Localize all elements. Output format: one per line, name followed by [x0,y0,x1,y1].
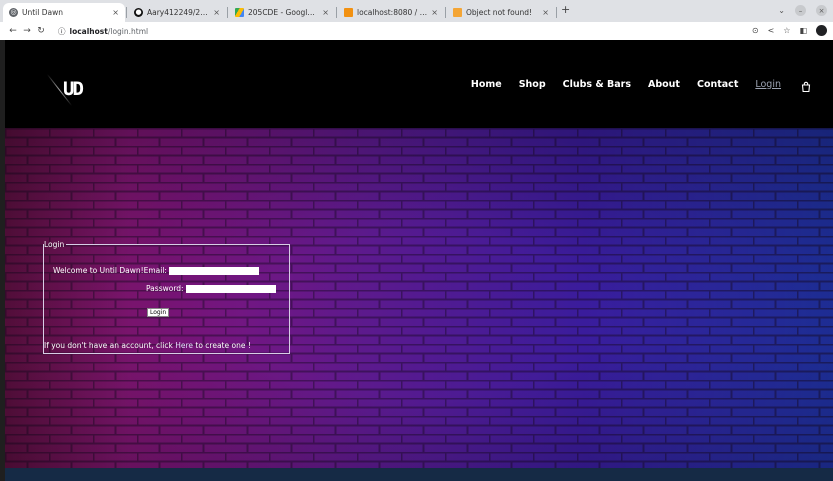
nav-login[interactable]: Login [755,79,781,90]
google-drive-icon [235,8,244,17]
xampp-icon [453,8,462,17]
bookmark-star-icon[interactable]: ☆ [783,26,790,35]
tab-search-icon[interactable]: ⌄ [778,6,785,15]
close-icon[interactable]: × [112,8,119,17]
tab-object-not-found[interactable]: Object not found! × [447,3,555,22]
login-legend: Login [44,240,65,249]
tab-phpmyadmin[interactable]: localhost:8080 / localhost × [338,3,444,22]
login-fieldset: Login Welcome to Until Dawn! Email: Pass… [43,240,290,354]
email-row: Welcome to Until Dawn! Email: [53,266,259,275]
close-icon[interactable]: × [431,8,438,17]
tab-separator [336,7,337,18]
signup-here-link[interactable]: Here [175,341,193,350]
google-lens-icon[interactable]: ⊙ [752,26,759,35]
page-viewport: UD Home Shop Clubs & Bars About Contact … [5,40,833,481]
back-icon[interactable]: ← [6,26,20,36]
main-nav: Home Shop Clubs & Bars About Contact Log… [471,78,833,93]
site-logo[interactable]: UD [63,78,84,100]
toolbar-icons: ⊙ < ☆ ◧ [752,25,827,36]
tab-strip: ◎ Until Dawn × ● Aary412249/205CDE × 205… [0,0,833,22]
tab-separator [556,7,557,18]
tab-google-drive[interactable]: 205CDE - Google Drive × [229,3,335,22]
address-bar[interactable]: ⓘ localhost/login.html [58,24,748,38]
share-icon[interactable]: < [768,26,775,35]
window-controls: ⌄ – × [778,5,827,16]
tab-separator [227,7,228,18]
close-window-icon[interactable]: × [816,5,827,16]
password-row: Password: [146,284,276,293]
tab-separator [126,7,127,18]
signup-prompt: If you don't have an account, click Here… [44,341,251,350]
site-header: UD Home Shop Clubs & Bars About Contact … [5,40,833,128]
password-label: Password: [146,284,184,293]
nav-home[interactable]: Home [471,79,502,90]
close-icon[interactable]: × [322,8,329,17]
footer-strip [5,468,833,481]
minimize-icon[interactable]: – [795,5,806,16]
tab-title: Until Dawn [22,8,63,17]
close-icon[interactable]: × [542,8,549,17]
address-path: /login.html [107,26,149,36]
info-icon[interactable]: ⓘ [58,26,66,37]
reload-icon[interactable]: ↻ [34,26,48,36]
tab-title: Object not found! [466,8,532,17]
globe-icon: ◎ [9,8,18,17]
github-icon: ● [134,8,143,17]
tab-github[interactable]: ● Aary412249/205CDE × [128,3,226,22]
login-button[interactable]: Login [147,308,170,317]
tab-title: localhost:8080 / localhost [357,8,427,17]
tab-title: Aary412249/205CDE [147,8,210,17]
close-icon[interactable]: × [213,8,220,17]
phpmyadmin-icon [344,8,353,17]
forward-icon[interactable]: → [20,26,34,36]
nav-shop[interactable]: Shop [519,79,546,90]
email-input[interactable] [168,266,259,275]
signup-prefix: If you don't have an account, click [44,341,176,350]
address-host: localhost [69,26,108,36]
nav-about[interactable]: About [648,79,680,90]
browser-chrome: ◎ Until Dawn × ● Aary412249/205CDE × 205… [0,0,833,40]
nav-contact[interactable]: Contact [697,79,738,90]
nav-clubs-bars[interactable]: Clubs & Bars [563,79,631,90]
tab-separator [445,7,446,18]
browser-toolbar: ← → ↻ ⓘ localhost/login.html ⊙ < ☆ ◧ [0,22,833,40]
email-label: Email: [143,266,167,275]
signup-suffix: to create one ! [193,341,251,350]
shopping-bag-icon[interactable] [800,78,812,93]
side-panel-icon[interactable]: ◧ [799,26,807,35]
new-tab-button[interactable]: + [561,3,570,16]
welcome-text: Welcome to Until Dawn! [53,266,144,275]
profile-avatar-icon[interactable] [816,25,827,36]
tab-title: 205CDE - Google Drive [248,8,318,17]
password-input[interactable] [185,284,276,293]
tab-until-dawn[interactable]: ◎ Until Dawn × [3,3,125,22]
